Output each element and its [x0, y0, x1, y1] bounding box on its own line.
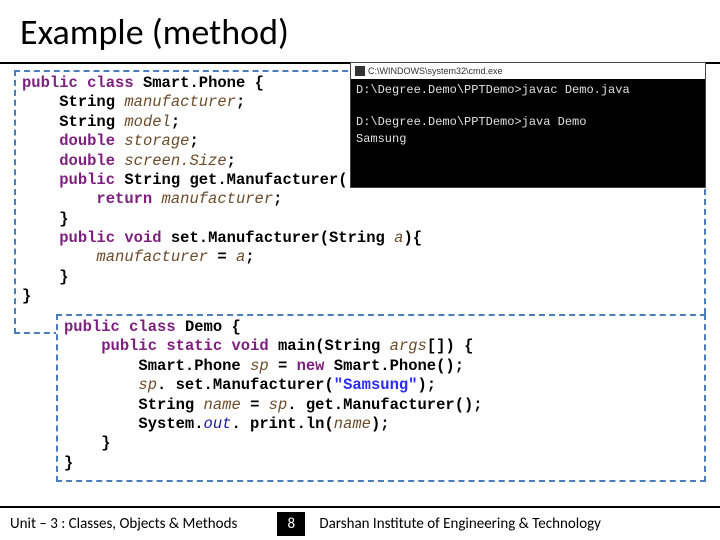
code-text: . print.ln(: [231, 415, 333, 433]
code-text: . get.Manufacturer();: [287, 396, 482, 414]
kw: void: [231, 337, 268, 355]
kw: public: [59, 229, 115, 247]
code-text: System.: [138, 415, 203, 433]
kw: class: [129, 318, 176, 336]
kw: void: [124, 229, 161, 247]
code-text: Demo {: [185, 318, 241, 336]
code-text: []) {: [427, 337, 474, 355]
code-text: ;: [227, 152, 236, 170]
kw: public: [64, 318, 120, 336]
kw: class: [87, 74, 134, 92]
code-text: );: [417, 376, 436, 394]
code-text: ;: [189, 132, 198, 150]
code-demo-class: public class Demo { public static void m…: [56, 314, 706, 482]
cmd-body: D:\Degree.Demo\PPTDemo>javac Demo.java D…: [351, 79, 705, 150]
var: sp: [250, 357, 269, 375]
code-text: }: [22, 287, 31, 305]
code-text: =: [208, 248, 236, 266]
kw: static: [166, 337, 222, 355]
code-text: );: [371, 415, 390, 433]
code-text: . set.Manufacturer(: [157, 376, 334, 394]
var: sp: [269, 396, 288, 414]
kw: return: [96, 190, 152, 208]
code-text: ;: [245, 248, 254, 266]
cmd-titlebar: C:\WINDOWS\system32\cmd.exe: [351, 63, 705, 79]
code-text: String: [138, 396, 194, 414]
footer-page-number: 8: [277, 512, 305, 536]
kw: public: [59, 171, 115, 189]
var: manufacturer: [96, 248, 208, 266]
var: name: [204, 396, 241, 414]
code-text: }: [59, 268, 68, 286]
code-text: set.Manufacturer(String: [171, 229, 385, 247]
cmd-line1: D:\Degree.Demo\PPTDemo>javac Demo.java: [356, 83, 630, 97]
code-text: main(String: [278, 337, 380, 355]
string: "Samsung": [334, 376, 418, 394]
var: a: [236, 248, 245, 266]
kw: new: [297, 357, 325, 375]
code-text: =: [241, 396, 269, 414]
var: args: [390, 337, 427, 355]
var: sp: [138, 376, 157, 394]
code-text: ;: [236, 93, 245, 111]
code-text: }: [101, 434, 110, 452]
code-text: }: [64, 454, 73, 472]
var: name: [334, 415, 371, 433]
content-area: public class Smart.Phone { String manufa…: [0, 64, 720, 504]
var: manufacturer: [124, 93, 236, 111]
kw: double: [59, 152, 115, 170]
code-text: ){: [403, 229, 422, 247]
slide-footer: Unit – 3 : Classes, Objects & Methods 8 …: [0, 506, 720, 540]
code-text: String: [59, 93, 115, 111]
code-text: =: [269, 357, 297, 375]
cmd-window: C:\WINDOWS\system32\cmd.exe D:\Degree.De…: [350, 62, 706, 188]
code-text: Smart.Phone: [138, 357, 240, 375]
cmd-icon: [355, 66, 365, 76]
static-ref: out: [204, 415, 232, 433]
code-text: Smart.Phone {: [143, 74, 264, 92]
kw: double: [59, 132, 115, 150]
var: storage: [124, 132, 189, 150]
code-text: Smart.Phone();: [334, 357, 464, 375]
var: model: [124, 113, 171, 131]
slide-title: Example (method): [0, 0, 720, 64]
footer-unit: Unit – 3 : Classes, Objects & Methods: [0, 515, 237, 533]
code-text: String get.Manufacturer(){: [124, 171, 366, 189]
cmd-line3: Samsung: [356, 132, 406, 146]
cmd-line2: D:\Degree.Demo\PPTDemo>java Demo: [356, 115, 586, 129]
var: manufacturer: [162, 190, 274, 208]
code-text: ;: [171, 113, 180, 131]
kw: public: [22, 74, 78, 92]
code-text: }: [59, 210, 68, 228]
kw: public: [101, 337, 157, 355]
cmd-title-text: C:\WINDOWS\system32\cmd.exe: [368, 66, 503, 76]
var: screen.Size: [124, 152, 226, 170]
footer-institute: Darshan Institute of Engineering & Techn…: [319, 515, 720, 533]
code-text: String: [59, 113, 115, 131]
code-text: ;: [273, 190, 282, 208]
